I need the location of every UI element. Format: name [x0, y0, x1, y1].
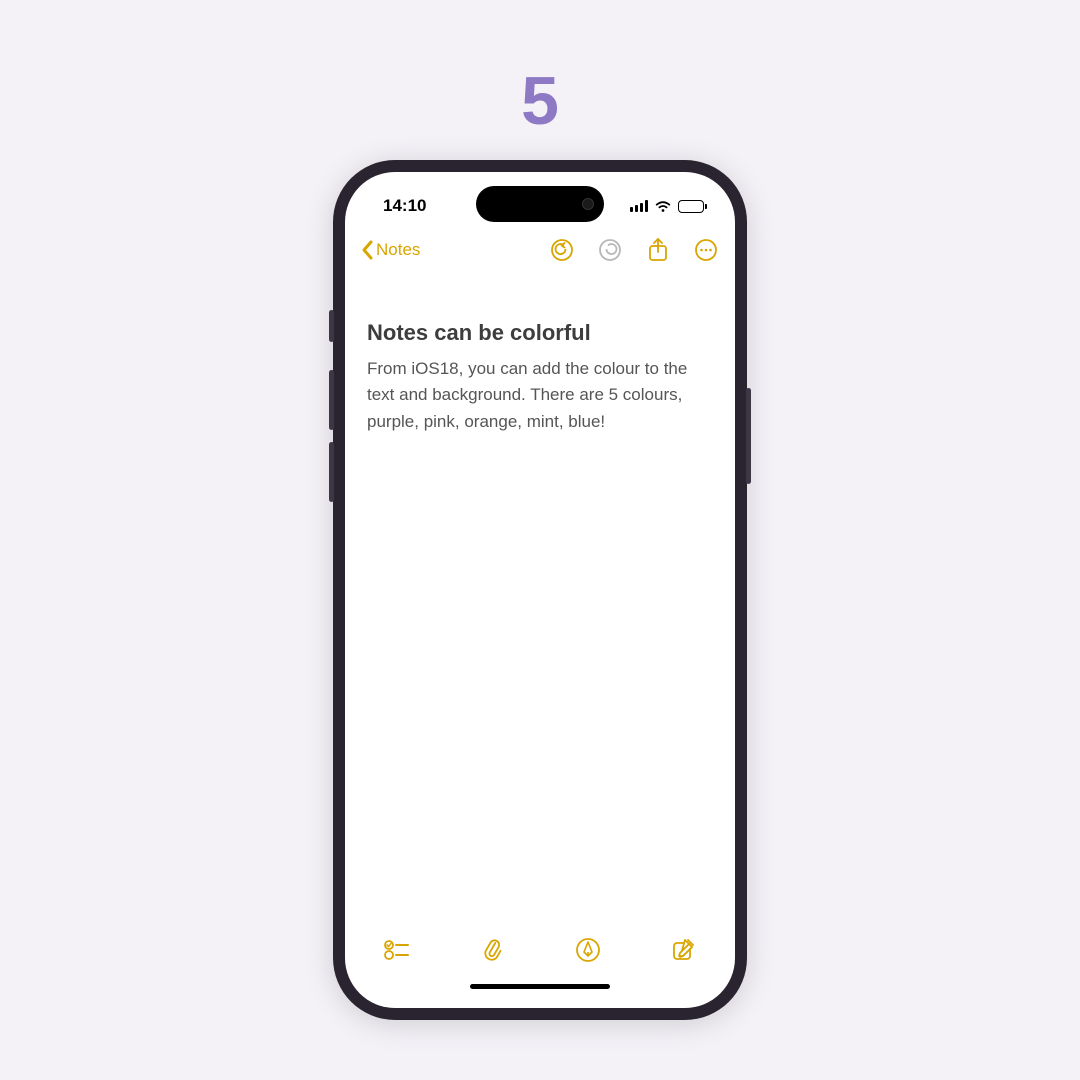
compose-icon	[671, 938, 695, 962]
ellipsis-circle-icon	[694, 238, 718, 262]
phone-volume-up	[329, 370, 334, 430]
phone-mute-switch	[329, 310, 334, 342]
phone-volume-down	[329, 442, 334, 502]
paperclip-icon	[480, 937, 504, 963]
home-indicator-area	[345, 980, 735, 1008]
redo-icon	[598, 238, 622, 262]
cellular-signal-icon	[630, 200, 648, 212]
nav-actions	[549, 237, 719, 263]
share-icon	[647, 237, 669, 263]
markup-button[interactable]	[574, 936, 602, 964]
note-editor[interactable]: Notes can be colorful From iOS18, you ca…	[345, 272, 735, 920]
compose-button[interactable]	[669, 936, 697, 964]
redo-button	[597, 237, 623, 263]
more-button[interactable]	[693, 237, 719, 263]
markup-pen-icon	[575, 937, 601, 963]
back-label: Notes	[376, 240, 420, 260]
phone-frame: 14:10 Notes	[333, 160, 747, 1020]
battery-icon	[678, 200, 707, 213]
status-right	[630, 199, 707, 213]
status-time: 14:10	[383, 196, 426, 216]
bottom-toolbar	[345, 920, 735, 980]
attachment-button[interactable]	[478, 936, 506, 964]
phone-power-button	[746, 388, 751, 484]
back-button[interactable]: Notes	[361, 240, 420, 260]
note-title[interactable]: Notes can be colorful	[367, 320, 713, 346]
undo-icon	[550, 238, 574, 262]
note-body[interactable]: From iOS18, you can add the colour to th…	[367, 356, 713, 435]
dynamic-island	[476, 186, 604, 222]
checklist-button[interactable]	[383, 936, 411, 964]
chevron-left-icon	[361, 240, 374, 260]
undo-button[interactable]	[549, 237, 575, 263]
phone-screen: 14:10 Notes	[345, 172, 735, 1008]
page-number: 5	[521, 62, 559, 140]
front-camera	[582, 198, 594, 210]
navigation-bar: Notes	[345, 228, 735, 272]
share-button[interactable]	[645, 237, 671, 263]
home-indicator[interactable]	[470, 984, 610, 989]
wifi-icon	[654, 199, 672, 213]
checklist-icon	[384, 939, 410, 961]
